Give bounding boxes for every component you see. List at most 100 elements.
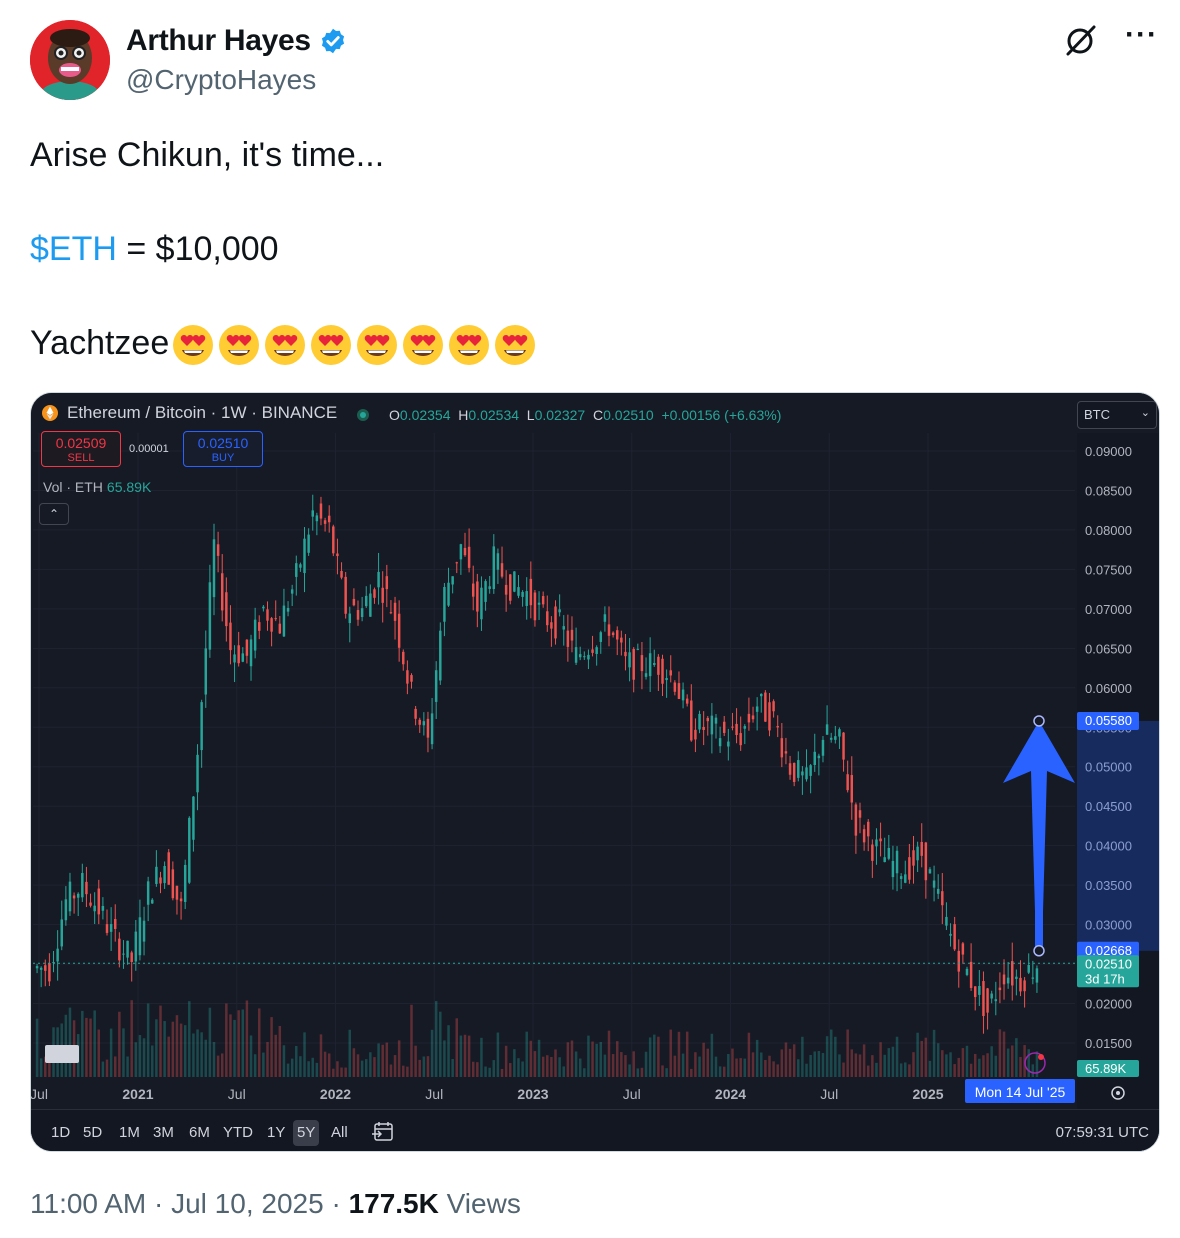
- candle-body: [850, 775, 854, 803]
- candle-body: [722, 721, 726, 733]
- volume-bar: [755, 1039, 759, 1077]
- volume-bar: [871, 1055, 874, 1077]
- candle-body: [838, 729, 841, 737]
- candle-body: [982, 981, 985, 1017]
- sell-button[interactable]: 0.02509 SELL: [41, 431, 121, 467]
- candle-body: [550, 622, 553, 629]
- utc-clock[interactable]: 07:59:31 UTC: [1056, 1124, 1149, 1141]
- candle-body: [616, 630, 619, 640]
- volume-bar: [632, 1051, 635, 1077]
- candle-body: [961, 943, 965, 955]
- volume-bar: [620, 1052, 623, 1077]
- range-tab-3m[interactable]: 3M: [149, 1120, 178, 1146]
- range-tab-6m[interactable]: 6M: [185, 1120, 214, 1146]
- candle-body: [694, 729, 697, 740]
- candle-body: [875, 839, 878, 847]
- currency-select[interactable]: BTC ⌄: [1077, 401, 1157, 429]
- volume-bar: [258, 1008, 261, 1077]
- candle-body: [480, 587, 483, 620]
- chart-image-card[interactable]: 0.09000 0.08500 0.08000 0.07500 0.07000 0.065…: [30, 392, 1160, 1152]
- range-tab-5d[interactable]: 5D: [79, 1120, 106, 1146]
- cashtag-link[interactable]: $ETH: [30, 230, 117, 268]
- more-icon[interactable]: ···: [1125, 20, 1158, 50]
- volume-bar: [772, 1061, 775, 1077]
- candle-body: [303, 538, 306, 574]
- volume-bar: [93, 1010, 96, 1077]
- author-name[interactable]: Arthur Hayes: [126, 24, 311, 58]
- candle-body: [39, 967, 43, 970]
- collapse-legend-button[interactable]: ⌃: [39, 503, 69, 525]
- range-tab-ytd[interactable]: YTD: [219, 1120, 257, 1146]
- candle-body: [813, 751, 816, 766]
- volume-bar: [953, 1064, 956, 1077]
- volume-bar: [899, 1063, 903, 1077]
- chart-symbol[interactable]: Ethereum / Bitcoin · 1W · BINANCE: [67, 403, 337, 423]
- volume-bar: [480, 1037, 483, 1077]
- volume-bar: [616, 1041, 619, 1077]
- candle-body: [476, 581, 479, 612]
- candle-body: [233, 654, 236, 663]
- candle-body: [932, 880, 936, 888]
- range-tab-1y[interactable]: 1Y: [263, 1120, 289, 1146]
- candle-body: [488, 586, 491, 589]
- volume-bar: [681, 1053, 685, 1077]
- volume-bar: [216, 1055, 220, 1077]
- volume-bar: [611, 1054, 615, 1077]
- range-tab-5y[interactable]: 5Y: [293, 1120, 320, 1146]
- volume-bar: [883, 1054, 886, 1077]
- volume-bar: [476, 1062, 479, 1077]
- goto-date-icon[interactable]: [371, 1121, 395, 1143]
- candle-body: [636, 648, 640, 650]
- candle-body: [784, 751, 788, 754]
- candle-body: [809, 765, 812, 776]
- candle-body: [862, 829, 866, 843]
- author-handle[interactable]: @CryptoHayes: [126, 64, 347, 96]
- volume-bar: [336, 1061, 339, 1077]
- volume-bar: [352, 1048, 356, 1077]
- volume-bar: [920, 1040, 923, 1077]
- candle-body: [871, 844, 874, 861]
- spread-value: 0.00001: [129, 443, 169, 455]
- volume-bar: [932, 1029, 936, 1077]
- volume-bar: [1011, 1045, 1014, 1077]
- candle-body: [797, 760, 800, 778]
- candle-body: [965, 968, 969, 975]
- volume-bar: [484, 1066, 487, 1077]
- tweet-timestamp[interactable]: 11:00 AM · Jul 10, 2025 ·: [30, 1188, 349, 1219]
- buy-button[interactable]: 0.02510 BUY: [183, 431, 263, 467]
- volume-bar: [587, 1035, 590, 1077]
- volume-bar: [731, 1048, 734, 1077]
- volume-bar: [163, 1021, 166, 1077]
- candle-body: [200, 702, 203, 751]
- candle-body: [817, 755, 821, 759]
- grok-icon[interactable]: [1063, 22, 1099, 58]
- candle-body: [731, 726, 734, 728]
- volume-bar: [554, 1049, 557, 1077]
- candle-body: [957, 950, 960, 972]
- volume-bar: [908, 1064, 911, 1077]
- volume-bar: [916, 1032, 919, 1077]
- volume-bar: [340, 1067, 343, 1077]
- avatar[interactable]: [30, 20, 110, 100]
- volume-bar: [319, 1034, 323, 1077]
- candle-body: [640, 655, 644, 672]
- range-tab-all[interactable]: All: [327, 1120, 352, 1146]
- candle-body: [68, 881, 72, 912]
- volume-bar: [982, 1055, 985, 1077]
- candle-body: [854, 804, 858, 836]
- candle-body: [529, 578, 533, 606]
- candle-body: [842, 732, 845, 760]
- range-tab-1m[interactable]: 1M: [115, 1120, 144, 1146]
- volume-bar: [332, 1068, 335, 1077]
- volume-bar: [583, 1068, 586, 1077]
- volume-bar: [879, 1042, 882, 1077]
- volume-bar: [81, 1010, 84, 1077]
- volume-bar: [89, 1018, 92, 1077]
- candle-body: [998, 987, 1002, 991]
- volume-bar: [504, 1045, 508, 1077]
- candle-body: [825, 724, 829, 735]
- tweet-line-3-text: Yachtzee: [30, 324, 170, 362]
- volume-bar: [467, 1035, 471, 1077]
- candle-body: [410, 675, 413, 682]
- range-tab-1d[interactable]: 1D: [47, 1120, 74, 1146]
